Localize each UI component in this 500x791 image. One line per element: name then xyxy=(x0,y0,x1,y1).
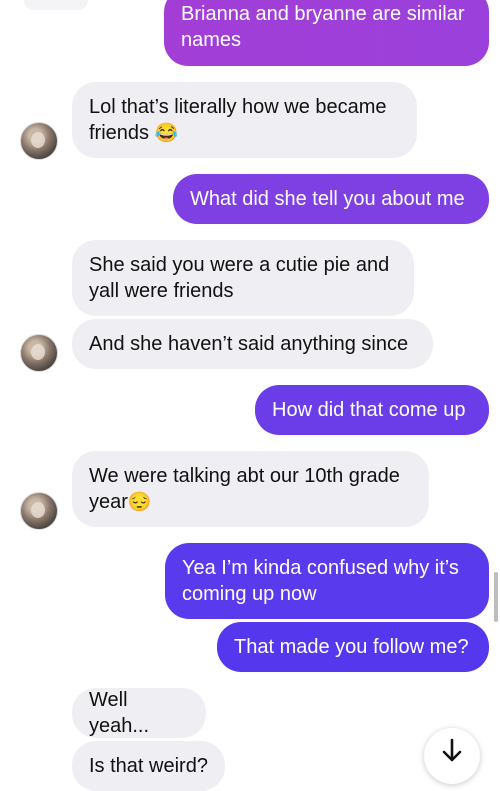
message-bubble-outgoing[interactable]: How did that come up xyxy=(255,385,489,435)
message-text: And she haven’t said anything since xyxy=(89,333,409,355)
message-text: We were talking abt our 10th grade year😔 xyxy=(89,465,406,513)
message-bubble-outgoing[interactable]: Brianna and bryanne are similar names xyxy=(164,0,489,66)
message-bubble-outgoing[interactable]: That made you follow me? xyxy=(217,622,489,672)
message-text: Well yeah... xyxy=(89,689,150,737)
message-bubble-outgoing[interactable]: What did she tell you about me xyxy=(173,174,489,224)
message-bubble-incoming[interactable]: Well yeah... xyxy=(72,688,206,738)
face-with-tears-of-joy-icon: 😂 xyxy=(154,122,179,144)
scroll-to-bottom-button[interactable] xyxy=(424,728,480,784)
avatar[interactable] xyxy=(20,122,58,160)
message-text: Brianna and bryanne are similar names xyxy=(181,3,471,51)
message-text: How did that come up xyxy=(272,399,466,421)
message-bubble-outgoing[interactable]: Yea I’m kinda confused why it’s coming u… xyxy=(165,543,489,619)
scrollbar[interactable] xyxy=(494,572,498,622)
message-bubble-incoming[interactable]: And she haven’t said anything since xyxy=(72,319,433,369)
partial-message-bubble xyxy=(24,0,88,10)
message-text: That made you follow me? xyxy=(234,636,469,658)
message-bubble-incoming[interactable]: She said you were a cutie pie and yall w… xyxy=(72,240,414,316)
message-text: Lol that’s literally how we became frien… xyxy=(89,96,393,144)
message-bubble-incoming[interactable]: We were talking abt our 10th grade year😔 xyxy=(72,451,429,527)
message-text: What did she tell you about me xyxy=(190,188,465,210)
message-thread[interactable]: Brianna and bryanne are similar names Lo… xyxy=(0,0,500,791)
pensive-face-icon: 😔 xyxy=(127,491,152,513)
avatar[interactable] xyxy=(20,492,58,530)
message-text: Is that weird? xyxy=(89,755,208,777)
message-bubble-incoming[interactable]: Is that weird? xyxy=(72,741,225,791)
avatar[interactable] xyxy=(20,334,58,372)
message-text: Yea I’m kinda confused why it’s coming u… xyxy=(182,557,465,605)
message-bubble-incoming[interactable]: Lol that’s literally how we became frien… xyxy=(72,82,417,158)
arrow-down-icon xyxy=(442,738,462,762)
message-text: She said you were a cutie pie and yall w… xyxy=(89,254,395,302)
